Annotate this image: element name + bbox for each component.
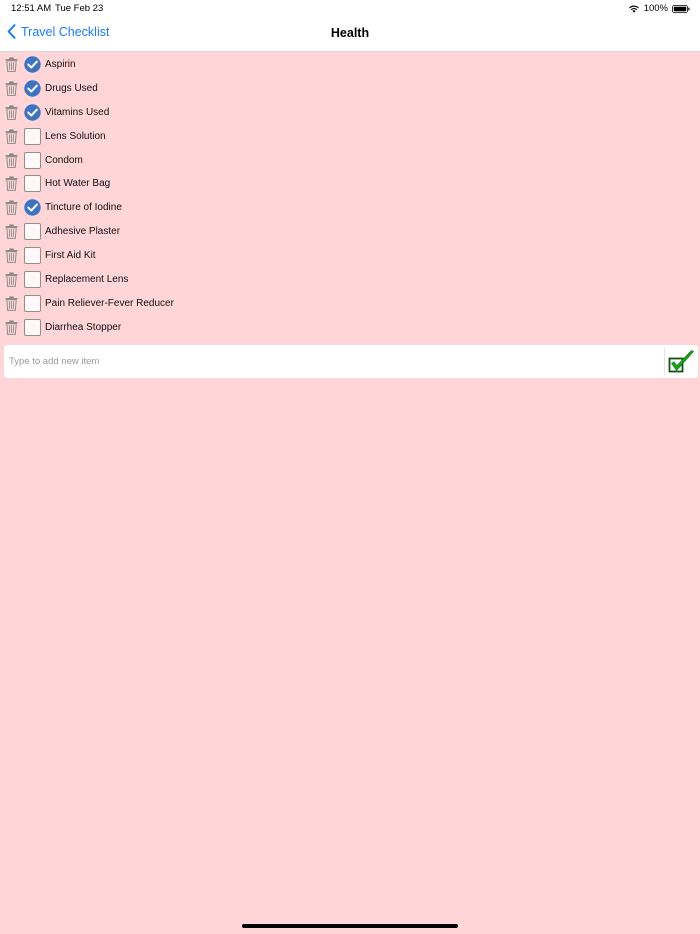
item-label: Aspirin bbox=[45, 59, 76, 70]
item-label: Replacement Lens bbox=[45, 274, 129, 286]
new-item-input[interactable] bbox=[4, 345, 664, 378]
list-item: Adhesive Plaster bbox=[0, 220, 700, 244]
trash-icon[interactable] bbox=[5, 129, 18, 144]
trash-icon[interactable] bbox=[5, 200, 18, 216]
trash-icon[interactable] bbox=[5, 224, 18, 240]
trash-icon[interactable] bbox=[5, 176, 18, 192]
item-checkbox[interactable] bbox=[24, 104, 41, 121]
list-item: Condom bbox=[0, 149, 700, 173]
item-checkbox[interactable] bbox=[24, 247, 41, 265]
item-label: Diarrhea Stopper bbox=[45, 321, 122, 333]
item-label: Condom bbox=[45, 154, 83, 166]
list-item: Drugs Used bbox=[0, 77, 700, 101]
divider bbox=[664, 348, 665, 375]
checkmark-circle-icon bbox=[24, 104, 41, 121]
list-item: Vitamins Used bbox=[0, 101, 700, 125]
battery-percent: 100% bbox=[643, 3, 668, 14]
trash-icon[interactable] bbox=[5, 81, 18, 96]
trash-icon[interactable] bbox=[5, 296, 18, 311]
top-bar: 12:51 AM Tue Feb 23 100% Travel Checklis… bbox=[0, 0, 700, 52]
item-checkbox[interactable] bbox=[24, 199, 41, 217]
item-checkbox[interactable] bbox=[24, 318, 41, 336]
item-label: Tincture of Iodine bbox=[45, 202, 122, 214]
list-item: Hot Water Bag bbox=[0, 172, 700, 196]
list-item: Pain Reliever-Fever Reducer bbox=[0, 292, 700, 316]
item-checkbox[interactable] bbox=[24, 223, 41, 241]
item-label: First Aid Kit bbox=[45, 250, 96, 262]
add-item-bar bbox=[4, 345, 698, 378]
status-bar: 12:51 AM Tue Feb 23 100% bbox=[0, 0, 700, 18]
checkmark-circle-icon bbox=[24, 80, 41, 97]
status-date: Tue Feb 23 bbox=[55, 3, 104, 14]
list-item: Diarrhea Stopper bbox=[0, 316, 700, 340]
trash-icon[interactable] bbox=[5, 57, 18, 72]
list-item: Replacement Lens bbox=[0, 268, 700, 292]
trash-icon[interactable] bbox=[5, 105, 18, 120]
wifi-icon bbox=[628, 5, 639, 13]
trash-icon[interactable] bbox=[5, 320, 18, 335]
checkmark-circle-icon bbox=[24, 56, 41, 73]
item-label: Drugs Used bbox=[45, 82, 98, 94]
battery-full-icon bbox=[672, 4, 690, 13]
item-checkbox[interactable] bbox=[24, 56, 41, 73]
item-checkbox[interactable] bbox=[24, 80, 41, 97]
trash-icon[interactable] bbox=[5, 272, 18, 287]
list-item: First Aid Kit bbox=[0, 244, 700, 268]
item-label: Vitamins Used bbox=[45, 106, 110, 118]
item-checkbox[interactable] bbox=[24, 271, 41, 289]
list-item: Aspirin bbox=[0, 53, 700, 77]
list-item: Lens Solution bbox=[0, 125, 700, 149]
home-indicator bbox=[242, 924, 458, 928]
item-label: Lens Solution bbox=[45, 130, 106, 142]
status-time: 12:51 AM bbox=[11, 3, 52, 14]
list-item: Tincture of Iodine bbox=[0, 196, 700, 220]
item-checkbox[interactable] bbox=[24, 151, 41, 169]
item-label: Pain Reliever-Fever Reducer bbox=[45, 297, 174, 309]
item-label: Hot Water Bag bbox=[45, 178, 111, 190]
checklist: Aspirin Drugs Used Vitamins Used Lens So… bbox=[0, 53, 700, 340]
checkmark-circle-icon bbox=[24, 199, 41, 217]
item-checkbox[interactable] bbox=[24, 175, 41, 193]
item-label: Adhesive Plaster bbox=[45, 226, 121, 238]
status-indicators: 100% bbox=[628, 3, 690, 14]
page-title: Health bbox=[330, 26, 370, 40]
item-checkbox[interactable] bbox=[24, 127, 41, 145]
trash-icon[interactable] bbox=[5, 152, 18, 168]
item-checkbox[interactable] bbox=[24, 294, 41, 312]
trash-icon[interactable] bbox=[5, 248, 18, 264]
navigation-bar: Travel Checklist Health bbox=[0, 18, 700, 52]
green-checkmark-box-icon[interactable] bbox=[667, 348, 695, 376]
